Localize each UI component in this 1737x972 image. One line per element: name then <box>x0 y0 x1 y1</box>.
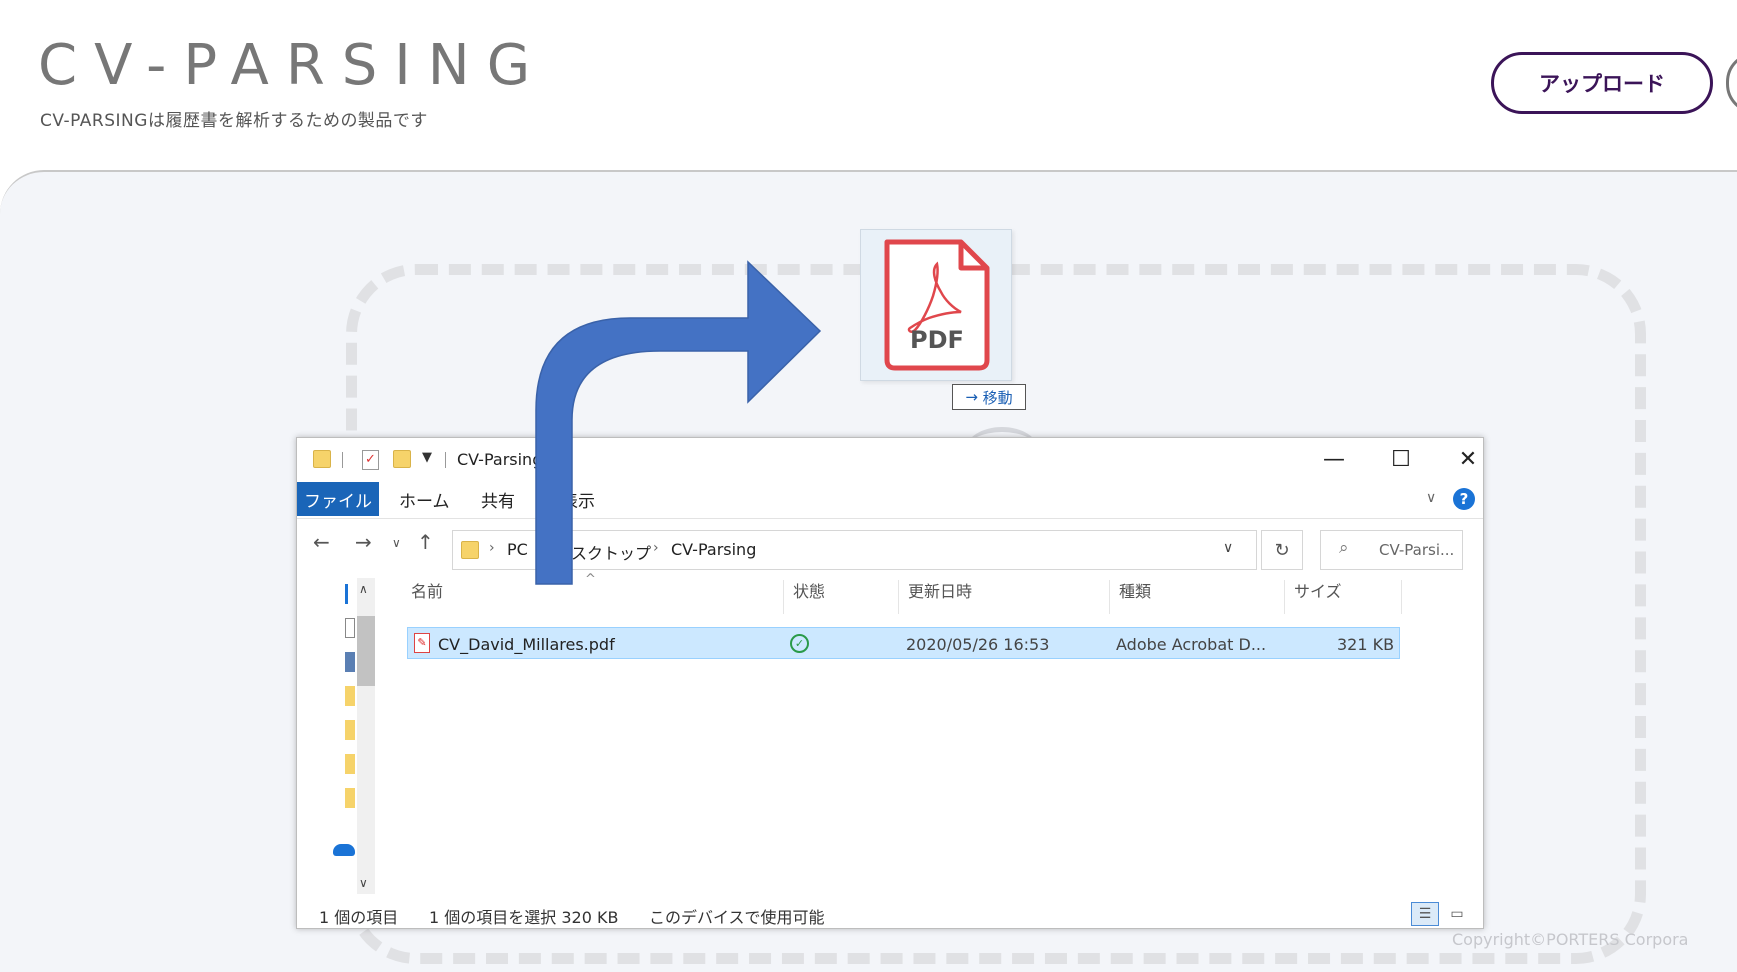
details-view-icon[interactable]: ☰ <box>1411 902 1439 926</box>
forward-arrow-icon[interactable]: → <box>355 530 372 554</box>
file-name[interactable]: CV_David_Millares.pdf <box>438 635 615 654</box>
pictures-icon[interactable] <box>345 652 355 672</box>
scroll-up-icon[interactable]: ∧ <box>359 582 368 596</box>
nav-scrollbar-thumb[interactable] <box>357 616 375 686</box>
up-arrow-icon[interactable]: ↑ <box>417 530 434 554</box>
chevron-right-icon[interactable]: › <box>537 540 543 556</box>
new-folder-icon[interactable] <box>393 450 411 468</box>
secondary-header-button[interactable] <box>1726 52 1737 114</box>
app-title: CV-PARSING <box>38 33 548 98</box>
tab-view[interactable]: 表示 <box>561 482 595 516</box>
navigation-pane[interactable]: ∧ ∨ <box>297 578 381 894</box>
column-header-size[interactable]: サイズ <box>1294 578 1342 602</box>
move-label: 移動 <box>982 388 1013 407</box>
column-divider[interactable] <box>898 580 899 614</box>
search-input[interactable]: ⌕ CV-Parsi... <box>1320 530 1463 570</box>
column-header-date[interactable]: 更新日時 <box>908 578 972 602</box>
refresh-icon[interactable]: ↻ <box>1261 530 1303 570</box>
file-type: Adobe Acrobat D... <box>1116 635 1267 654</box>
help-icon[interactable]: ? <box>1453 488 1475 510</box>
file-explorer-window: ✓ ▼ CV-Parsing — ☐ ✕ ファイル ホーム 共有 表示 ∨ ? … <box>296 437 1484 929</box>
toolbar-divider <box>445 452 446 468</box>
breadcrumb-desktop[interactable]: デスクトップ <box>555 540 651 564</box>
back-arrow-icon[interactable]: ← <box>313 530 330 554</box>
folder-icon[interactable] <box>345 788 355 808</box>
ribbon-tabs: ファイル ホーム 共有 表示 ∨ ? <box>297 482 1483 519</box>
column-divider[interactable] <box>1109 580 1110 614</box>
close-button[interactable]: ✕ <box>1445 444 1491 474</box>
column-divider[interactable] <box>1284 580 1285 614</box>
item-count: 1 個の項目 <box>319 908 399 927</box>
tab-share[interactable]: 共有 <box>481 482 515 516</box>
chevron-right-icon[interactable]: › <box>489 540 495 556</box>
file-date: 2020/05/26 16:53 <box>906 635 1050 654</box>
window-title: CV-Parsing <box>457 450 543 469</box>
breadcrumb-pc[interactable]: PC <box>507 540 528 559</box>
file-size: 321 KB <box>1337 635 1395 654</box>
recent-locations-icon[interactable]: ∨ <box>392 536 401 550</box>
file-row-selected[interactable]: ✎ CV_David_Millares.pdf ✓ 2020/05/26 16:… <box>407 627 1400 659</box>
scroll-down-icon[interactable]: ∨ <box>359 876 368 890</box>
address-folder-icon <box>461 541 479 559</box>
folder-icon[interactable] <box>345 720 355 740</box>
large-icons-view-icon[interactable]: ▭ <box>1443 902 1471 926</box>
chevron-right-icon[interactable]: › <box>653 540 659 556</box>
search-icon: ⌕ <box>1339 538 1349 558</box>
dragged-pdf-file: PDF <box>860 229 1012 381</box>
address-bar[interactable]: › PC › デスクトップ › CV-Parsing ∨ <box>452 530 1257 570</box>
arrow-right-icon: → <box>965 388 983 406</box>
toolbar-divider <box>342 452 343 468</box>
sync-status-icon: ✓ <box>790 634 809 653</box>
quick-access-dropdown-icon[interactable]: ▼ <box>422 450 432 465</box>
column-divider[interactable] <box>1401 580 1402 614</box>
minimize-button[interactable]: — <box>1311 444 1357 474</box>
pdf-label: PDF <box>910 326 964 354</box>
status-bar: 1 個の項目 1 個の項目を選択 320 KB このデバイスで使用可能 ☰ ▭ <box>297 900 1483 928</box>
copyright-text: Copyright©PORTERS Corpora <box>1452 930 1689 949</box>
selection-info: 1 個の項目を選択 320 KB <box>429 908 619 927</box>
onedrive-icon[interactable] <box>333 844 355 856</box>
column-divider[interactable] <box>783 580 784 614</box>
folder-icon[interactable] <box>345 754 355 774</box>
tab-file[interactable]: ファイル <box>297 482 379 516</box>
folder-icon <box>313 450 331 468</box>
column-header-type[interactable]: 種類 <box>1119 578 1151 602</box>
folder-icon[interactable] <box>345 686 355 706</box>
tab-home[interactable]: ホーム <box>399 482 450 516</box>
ribbon-expand-icon[interactable]: ∨ <box>1426 490 1436 506</box>
column-header-name[interactable]: 名前 <box>411 578 443 602</box>
properties-icon[interactable]: ✓ <box>362 450 379 470</box>
window-titlebar[interactable]: ✓ ▼ CV-Parsing — ☐ ✕ <box>297 438 1483 482</box>
maximize-button[interactable]: ☐ <box>1378 444 1424 474</box>
document-icon[interactable] <box>345 618 355 638</box>
search-placeholder: CV-Parsi... <box>1379 541 1455 559</box>
upload-button[interactable]: アップロード <box>1491 52 1713 114</box>
move-tooltip: → 移動 <box>952 384 1026 410</box>
sort-ascending-icon: ^ <box>585 572 596 587</box>
app-subtitle: CV-PARSINGは履歴書を解析するための製品です <box>40 111 428 131</box>
address-dropdown-icon[interactable]: ∨ <box>1223 540 1233 556</box>
column-header-status[interactable]: 状態 <box>793 578 825 602</box>
availability-status: このデバイスで使用可能 <box>649 908 825 927</box>
pdf-file-icon: ✎ <box>414 633 430 653</box>
navigation-bar: ← → ∨ ↑ › PC › デスクトップ › CV-Parsing ∨ ↻ ⌕… <box>297 522 1483 570</box>
quick-access-icon[interactable] <box>345 584 355 604</box>
pdf-file-icon: PDF <box>884 239 990 371</box>
breadcrumb-cv-parsing[interactable]: CV-Parsing <box>671 540 756 559</box>
